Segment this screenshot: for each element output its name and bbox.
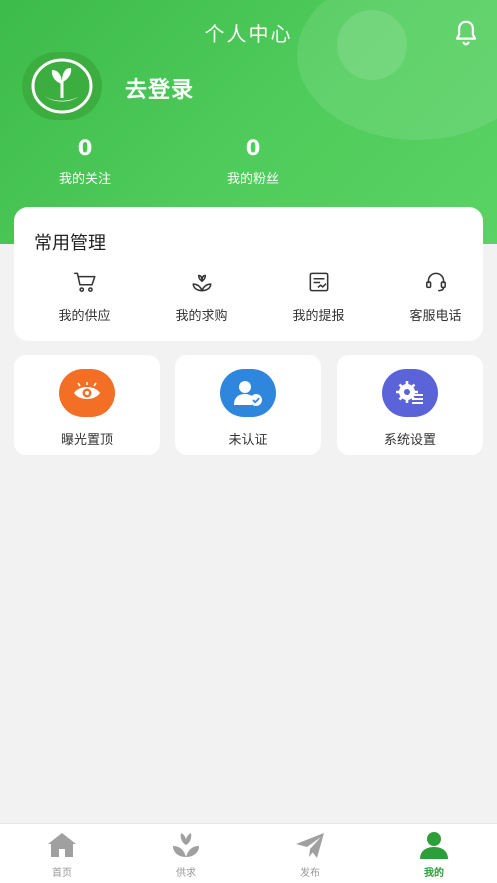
exposure-top-label: 曝光置顶 [60,433,113,448]
sprout-icon [192,274,211,292]
user-icon [420,832,448,859]
exposure-top-tile[interactable]: 曝光置顶 [14,355,160,455]
tab-supply-demand[interactable]: 供求 [124,830,248,879]
eye-icon [59,369,115,417]
login-link[interactable]: 去登录 [125,72,194,104]
my-supply-label: 我的供应 [58,309,111,324]
my-purchase-label: 我的求购 [175,309,228,324]
customer-service-label: 客服电话 [409,309,462,324]
my-report-label: 我的提报 [292,309,345,324]
app-logo-icon [31,58,93,114]
tab-home[interactable]: 首页 [0,830,124,879]
sprout-icon [173,833,199,857]
settings-icon [382,369,438,417]
home-icon [48,833,76,857]
my-purchase-button[interactable]: 我的求购 [143,269,260,324]
bottom-tab-bar: 首页 供求 发布 我的 [0,823,497,883]
tab-mine[interactable]: 我的 [372,830,496,879]
following-label: 我的关注 [58,172,111,187]
verification-label: 未认证 [228,433,268,448]
tab-home-label: 首页 [52,868,72,879]
my-report-button[interactable]: 我的提报 [260,269,377,324]
headset-icon [425,272,446,292]
following-stat[interactable]: 0 我的关注 [25,136,145,187]
cart-icon [73,272,96,292]
common-management-card: 常用管理 我的供应 我的求购 我的提报 客服电话 [14,207,483,341]
bell-icon[interactable] [451,18,481,48]
section-title: 常用管理 [34,233,106,254]
tab-publish-label: 发布 [300,868,320,879]
system-settings-label: 系统设置 [383,433,436,448]
following-count: 0 [77,136,93,160]
page-title: 个人中心 [204,22,293,46]
verified-user-icon [220,369,276,417]
tab-mine-label: 我的 [424,868,444,879]
system-settings-tile[interactable]: 系统设置 [337,355,483,455]
fans-count: 0 [245,136,261,160]
customer-service-button[interactable]: 客服电话 [377,269,494,324]
tab-publish[interactable]: 发布 [248,830,372,879]
my-supply-button[interactable]: 我的供应 [26,269,143,324]
fans-stat[interactable]: 0 我的粉丝 [193,136,313,187]
fans-label: 我的粉丝 [226,172,279,187]
avatar[interactable] [22,52,102,120]
send-icon [296,833,324,858]
report-icon [309,272,328,292]
verification-tile[interactable]: 未认证 [175,355,321,455]
tab-supply-demand-label: 供求 [176,868,196,879]
